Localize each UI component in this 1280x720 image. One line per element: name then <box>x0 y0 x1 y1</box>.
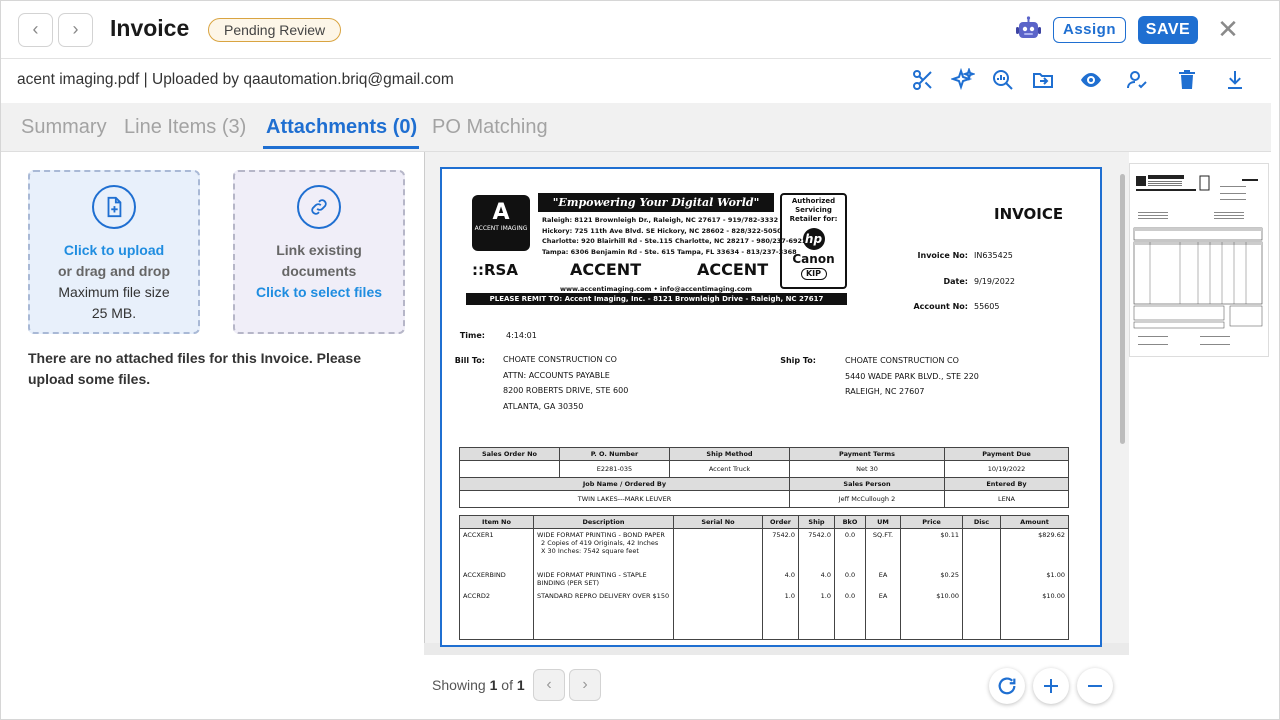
next-page-button[interactable]: › <box>569 669 601 701</box>
website-line: www.accentimaging.com • info@accentimagi… <box>559 285 753 293</box>
scissors-icon[interactable] <box>911 68 937 94</box>
user-check-icon[interactable] <box>1125 68 1151 94</box>
download-icon[interactable] <box>1223 68 1249 94</box>
save-button[interactable]: SAVE <box>1138 16 1198 44</box>
invoice-time: 4:14:01 <box>506 331 537 340</box>
rotate-button[interactable] <box>989 668 1025 704</box>
remit-banner: PLEASE REMIT TO: Accent Imaging, Inc. - … <box>466 293 847 305</box>
active-tab-indicator <box>263 146 419 149</box>
link-title-2: documents <box>281 263 357 279</box>
scrollbar-thumb[interactable] <box>1120 174 1125 444</box>
chevron-right-icon: › <box>72 19 79 39</box>
empty-attachments-message: There are no attached files for this Inv… <box>28 350 362 387</box>
page-title: Invoice <box>110 15 190 41</box>
rotate-icon <box>998 677 1016 695</box>
pagination-status: Showing 1 of 1 <box>432 677 525 693</box>
trash-icon[interactable] <box>1175 68 1201 94</box>
next-invoice-button[interactable]: › <box>58 13 93 47</box>
upload-link[interactable]: Click to upload <box>30 240 198 261</box>
minus-icon <box>1088 685 1102 687</box>
prev-invoice-button[interactable]: ‹ <box>18 13 53 47</box>
tab-attachments[interactable]: Attachments (0) <box>266 116 417 139</box>
table-row: ACCXER1 WIDE FORMAT PRINTING - BOND PAPE… <box>459 528 1069 569</box>
chevron-right-icon: › <box>582 676 588 693</box>
document-page: A ACCENT IMAGING "Empowering Your Digita… <box>440 167 1102 647</box>
plus-icon <box>1044 679 1058 693</box>
invoice-heading: INVOICE <box>994 205 1064 223</box>
move-to-folder-icon[interactable] <box>1031 68 1057 94</box>
close-icon[interactable]: ✕ <box>1215 15 1241 43</box>
invoice-number: IN635425 <box>974 251 1013 260</box>
tab-summary[interactable]: Summary <box>21 116 107 139</box>
sparkle-icon[interactable] <box>949 66 977 94</box>
eye-icon[interactable] <box>1079 68 1105 94</box>
accent-logo: A ACCENT IMAGING <box>472 195 530 251</box>
app-window: ‹ › Invoice Pending Review Assign SAVE ✕… <box>0 0 1280 720</box>
header: ‹ › Invoice Pending Review Assign SAVE ✕ <box>1 1 1271 59</box>
account-number: 55605 <box>974 302 1000 311</box>
file-bar: acent imaging.pdf | Uploaded by qaautoma… <box>1 59 1271 103</box>
tab-bar: Summary Line Items (3) Attachments (0) P… <box>1 103 1271 152</box>
line-items-table: Item No Description Serial No Order Ship… <box>459 515 1069 640</box>
authorized-retailer-box: Authorized Servicing Retailer for: hp Ca… <box>780 193 847 289</box>
link-icon <box>297 185 341 229</box>
table-row: ACCRD2 STANDARD REPRO DELIVERY OVER $150… <box>459 589 1069 640</box>
slogan-banner: "Empowering Your Digital World" <box>538 193 774 212</box>
accent-automation-logo: ACCENT <box>697 260 769 279</box>
assign-button[interactable]: Assign <box>1053 17 1126 43</box>
tab-po-matching[interactable]: PO Matching <box>432 116 548 139</box>
table-row: ACCXERBIND WIDE FORMAT PRINTING - STAPLE… <box>459 568 1069 590</box>
bill-to-address: CHOATE CONSTRUCTION CO ATTN: ACCOUNTS PA… <box>503 355 629 411</box>
robot-icon[interactable] <box>1015 16 1042 43</box>
branch-list: Raleigh: 8121 Brownleigh Dr., Raleigh, N… <box>542 216 807 256</box>
chevron-left-icon: ‹ <box>546 676 552 693</box>
order-info-table: Sales Order No P. O. Number Ship Method … <box>459 447 1069 508</box>
file-info: acent imaging.pdf | Uploaded by qaautoma… <box>17 71 454 88</box>
prev-page-button[interactable]: ‹ <box>533 669 565 701</box>
link-title-1: Link existing <box>276 242 362 258</box>
file-add-icon <box>92 185 136 229</box>
page-thumbnail[interactable] <box>1129 163 1269 357</box>
upload-size-label: Maximum file size <box>58 284 170 300</box>
invoice-date: 9/19/2022 <box>974 277 1016 286</box>
link-documents-zone[interactable]: Link existing documents Click to select … <box>233 170 405 334</box>
ship-to-address: CHOATE CONSTRUCTION CO 5440 WADE PARK BL… <box>845 356 979 396</box>
upload-hint: or drag and drop <box>58 263 170 279</box>
zoom-in-button[interactable] <box>1033 668 1069 704</box>
chevron-left-icon: ‹ <box>32 19 39 39</box>
zoom-out-button[interactable] <box>1077 668 1113 704</box>
rsa-logo: ::RSA <box>472 261 518 279</box>
search-analytics-icon[interactable] <box>991 68 1017 94</box>
upload-dropzone[interactable]: Click to upload or drag and drop Maximum… <box>28 170 200 334</box>
viewer-vertical-scrollbar[interactable] <box>1117 152 1128 643</box>
status-badge: Pending Review <box>208 18 342 42</box>
select-files-link[interactable]: Click to select files <box>235 282 403 303</box>
upload-size-value: 25 MB. <box>91 305 137 321</box>
accent-graphics-logo: ACCENT <box>570 260 642 279</box>
tab-line-items[interactable]: Line Items (3) <box>124 116 246 139</box>
